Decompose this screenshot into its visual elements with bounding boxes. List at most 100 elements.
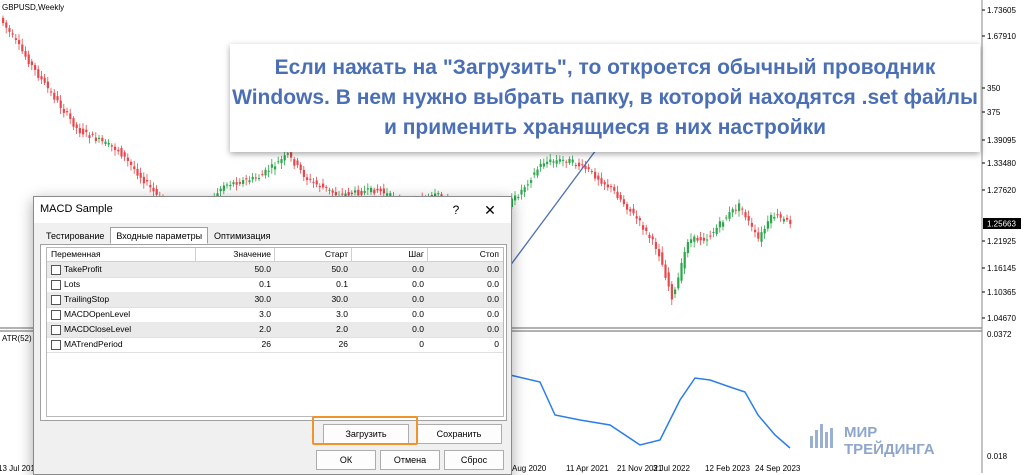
candle-body	[360, 190, 363, 195]
reset-button[interactable]: Сброс	[444, 450, 504, 470]
candle-body	[715, 227, 718, 234]
candle-body	[562, 159, 565, 161]
candle-body	[110, 145, 113, 147]
row-start[interactable]: 30.0	[276, 293, 348, 306]
row-value[interactable]: 30.0	[197, 293, 271, 306]
candle-body	[677, 277, 680, 289]
candle-body	[331, 190, 334, 193]
row-start[interactable]: 26	[276, 338, 348, 351]
candle-body	[280, 159, 283, 164]
row-step[interactable]: 0.0	[353, 278, 424, 291]
candle-body	[50, 91, 53, 93]
row-step[interactable]: 0.0	[353, 323, 424, 336]
candle-body	[731, 209, 734, 213]
candle-body	[654, 242, 657, 249]
row-checkbox[interactable]	[51, 325, 61, 335]
row-stop[interactable]: 0.0	[429, 263, 499, 276]
row-value[interactable]: 3.0	[197, 308, 271, 321]
row-variable: MACDOpenLevel	[64, 309, 131, 319]
candle-body	[734, 209, 737, 211]
table-row[interactable]: TakeProfit 50.0 50.0 0.0 0.0	[47, 262, 503, 278]
row-checkbox[interactable]	[51, 340, 61, 350]
row-stop[interactable]: 0.0	[429, 323, 499, 336]
candle-body	[98, 137, 101, 139]
candle-body	[325, 186, 328, 188]
row-value[interactable]: 0.1	[197, 278, 271, 291]
candle-body	[770, 215, 773, 224]
candle-body	[229, 184, 232, 187]
candle-body	[587, 167, 590, 170]
candle-body	[786, 217, 789, 220]
candle-body	[66, 111, 69, 113]
column-variable[interactable]: Переменная	[51, 248, 101, 261]
row-value[interactable]: 50.0	[197, 263, 271, 276]
tab-testing[interactable]: Тестирование	[40, 227, 110, 244]
date-tick-label: 11 Apr 2021	[566, 464, 609, 473]
candle-body	[718, 221, 721, 228]
row-start[interactable]: 2.0	[276, 323, 348, 336]
tab-input-parameters[interactable]: Входные параметры	[110, 227, 209, 244]
candle-body	[277, 161, 280, 163]
candle-body	[318, 186, 321, 188]
candle-body	[133, 166, 136, 170]
candle-body	[437, 193, 440, 195]
row-step[interactable]: 0	[353, 338, 424, 351]
candle-body	[661, 252, 664, 265]
candle-body	[776, 214, 779, 216]
table-row[interactable]: Lots 0.1 0.1 0.0 0.0	[47, 277, 503, 293]
row-value[interactable]: 26	[197, 338, 271, 351]
candle-body	[555, 160, 558, 164]
candle-body	[235, 182, 238, 185]
row-step[interactable]: 0.0	[353, 293, 424, 306]
row-checkbox[interactable]	[51, 265, 61, 275]
candle-body	[274, 166, 277, 170]
save-button[interactable]: Сохранить	[416, 424, 502, 444]
candle-body	[616, 191, 619, 198]
row-start[interactable]: 50.0	[276, 263, 348, 276]
candle-body	[334, 191, 337, 196]
candle-body	[347, 192, 350, 196]
help-button[interactable]: ?	[444, 200, 468, 220]
candle-body	[779, 214, 782, 218]
table-row[interactable]: MACDOpenLevel 3.0 3.0 0.0 0.0	[47, 307, 503, 323]
candle-body	[600, 178, 603, 184]
price-tick-label: 1.67910	[987, 32, 1016, 41]
candle-body	[248, 180, 251, 183]
row-checkbox[interactable]	[51, 295, 61, 305]
column-step[interactable]: Шаг	[353, 248, 424, 261]
callout-text: Если нажать на "Загрузить", то откроется…	[232, 56, 978, 139]
row-stop[interactable]: 0.0	[429, 308, 499, 321]
candle-body	[75, 124, 78, 128]
close-button[interactable]: ✕	[478, 200, 502, 220]
row-step[interactable]: 0.0	[353, 263, 424, 276]
candle-body	[94, 137, 97, 141]
candle-body	[91, 133, 94, 135]
cancel-button[interactable]: Отмена	[380, 450, 440, 470]
row-step[interactable]: 0.0	[353, 308, 424, 321]
candle-body	[251, 176, 254, 180]
macd-sample-dialog: MACD Sample ? ✕ Тестирование Входные пар…	[33, 196, 512, 475]
candle-body	[40, 76, 43, 80]
row-start[interactable]: 3.0	[276, 308, 348, 321]
table-row[interactable]: MATrendPeriod 26 26 0 0	[47, 337, 503, 353]
column-value[interactable]: Значение	[197, 248, 271, 261]
candle-body	[613, 186, 616, 191]
row-value[interactable]: 2.0	[197, 323, 271, 336]
tab-optimization[interactable]: Оптимизация	[208, 227, 276, 244]
ok-button[interactable]: ОК	[316, 450, 376, 470]
candle-body	[578, 162, 581, 167]
candle-body	[8, 28, 11, 32]
column-stop[interactable]: Стоп	[429, 248, 499, 261]
row-checkbox[interactable]	[51, 280, 61, 290]
row-stop[interactable]: 0.0	[429, 293, 499, 306]
row-start[interactable]: 0.1	[276, 278, 348, 291]
row-checkbox[interactable]	[51, 310, 61, 320]
table-row[interactable]: MACDCloseLevel 2.0 2.0 0.0 0.0	[47, 322, 503, 338]
table-row[interactable]: TrailingStop 30.0 30.0 0.0 0.0	[47, 292, 503, 308]
logo-line1: МИР	[844, 424, 877, 441]
candle-body	[370, 187, 373, 193]
row-stop[interactable]: 0.0	[429, 278, 499, 291]
row-stop[interactable]: 0	[429, 338, 499, 351]
candle-body	[21, 44, 24, 52]
column-start[interactable]: Старт	[276, 248, 348, 261]
